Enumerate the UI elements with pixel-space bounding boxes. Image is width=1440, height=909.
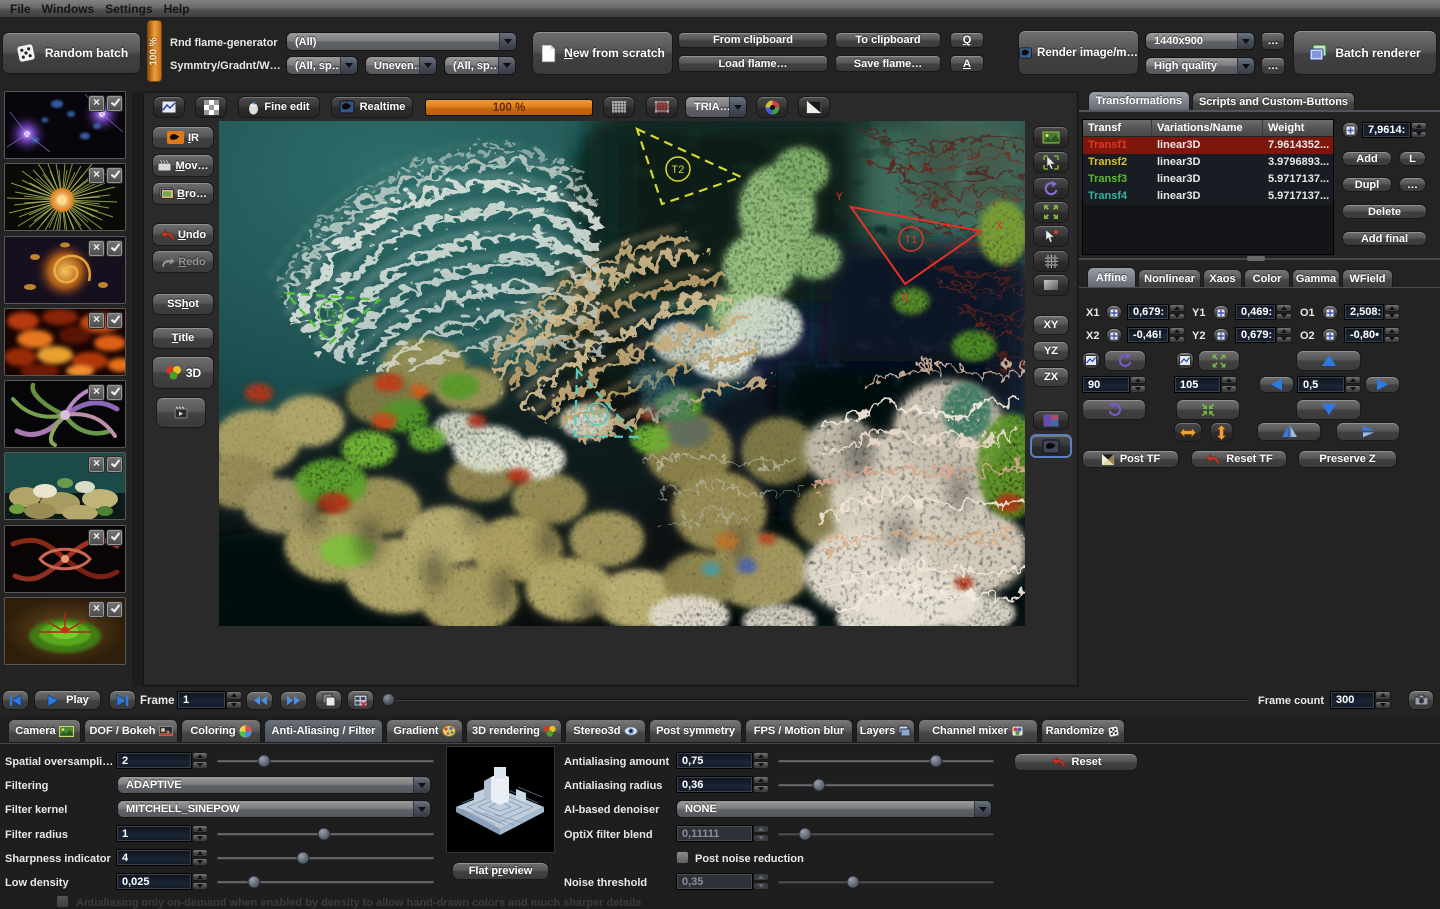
svg-text:T1: T1 — [904, 235, 918, 247]
svg-text:X: X — [996, 221, 1003, 233]
svg-text:O: O — [902, 293, 909, 305]
svg-text:Y: Y — [836, 192, 843, 204]
svg-text:T4: T4 — [590, 410, 604, 422]
svg-text:T2: T2 — [671, 165, 684, 177]
svg-text:T3: T3 — [324, 309, 337, 321]
